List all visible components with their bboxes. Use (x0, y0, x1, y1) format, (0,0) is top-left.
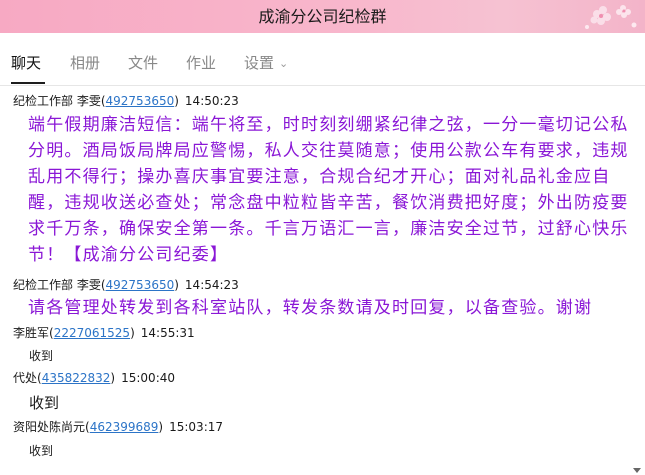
scroll-down-icon[interactable] (633, 468, 641, 473)
sender-qq-link[interactable]: 492753650 (106, 94, 175, 108)
blossom-decoration-icon (585, 5, 637, 29)
message-time: 14:54:23 (184, 278, 239, 292)
sender-name: 资阳处陈尚元 (13, 420, 86, 434)
active-tab-indicator (11, 82, 45, 84)
chevron-down-icon: ⌄ (279, 57, 289, 70)
tab-bar: 聊天 相册 文件 作业 设置 ⌄ (0, 33, 645, 86)
tab-chat[interactable]: 聊天 (11, 53, 41, 73)
message-time: 15:03:17 (169, 420, 224, 434)
chat-area[interactable]: 纪检工作部 李雯(492753650) 14:50:23 端午假期廉洁短信：端午将… (0, 86, 645, 475)
tab-settings-label: 设置 (244, 54, 275, 72)
sender-qq-link[interactable]: 2227061525 (54, 326, 130, 340)
tab-settings[interactable]: 设置 ⌄ (244, 53, 288, 73)
sender-qq-link[interactable]: 435822832 (42, 371, 111, 385)
message-header: 纪检工作部 李雯(492753650) 14:50:23 (13, 94, 239, 108)
group-title: 成渝分公司纪检群 (258, 7, 387, 26)
message-header: 资阳处陈尚元(462399689) 15:03:17 (13, 420, 224, 434)
tab-files[interactable]: 文件 (128, 53, 158, 73)
message-time: 14:50:23 (184, 94, 239, 108)
message-text: 端午假期廉洁短信：端午将至，时时刻刻绷紧纪律之弦，一分一毫切记公私分明。酒局饭局… (28, 115, 629, 265)
message-header: 代处(435822832) 15:00:40 (13, 371, 176, 385)
message-time: 14:55:31 (140, 326, 195, 340)
sender-name: 李胜军 (13, 326, 50, 340)
message-text: 收到 (29, 349, 54, 363)
message-text: 收到 (29, 394, 60, 412)
message-text: 请各管理处转发到各科室站队，转发条数请及时回复，以备查验。谢谢 (28, 298, 593, 318)
message-time: 15:00:40 (121, 371, 176, 385)
sender-name: 纪检工作部 李雯 (13, 94, 101, 108)
sender-qq-link[interactable]: 492753650 (106, 278, 175, 292)
sender-name: 代处 (13, 371, 38, 385)
sender-name: 纪检工作部 李雯 (13, 278, 101, 292)
title-bar: 成渝分公司纪检群 (0, 0, 645, 33)
message-header: 李胜军(2227061525) 14:55:31 (13, 326, 195, 340)
tab-album[interactable]: 相册 (70, 53, 100, 73)
tab-homework[interactable]: 作业 (186, 53, 216, 73)
message-header: 纪检工作部 李雯(492753650) 14:54:23 (13, 278, 239, 292)
sender-qq-link[interactable]: 462399689 (90, 420, 159, 434)
message-text: 收到 (29, 444, 54, 458)
